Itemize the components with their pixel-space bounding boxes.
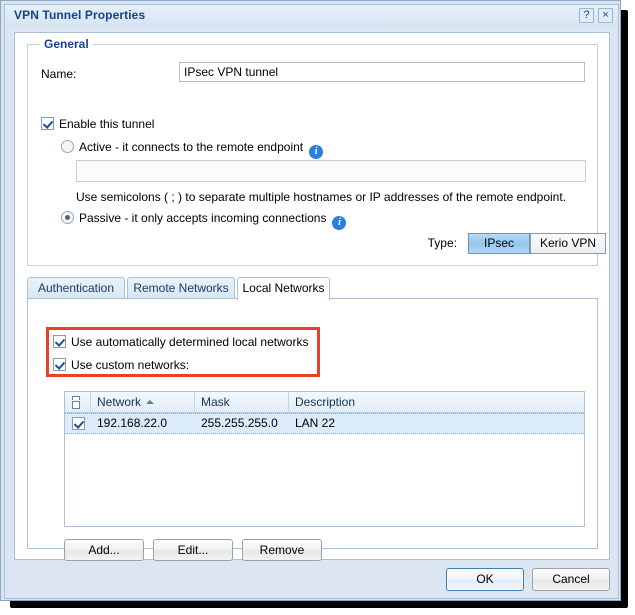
help-button[interactable]: ?: [579, 8, 594, 23]
endpoint-hint: Use semicolons ( ; ) to separate multipl…: [76, 190, 567, 204]
type-option-ipsec[interactable]: IPsec: [468, 233, 530, 254]
add-button[interactable]: Add...: [64, 539, 144, 561]
cell-mask: 255.255.255.0: [201, 416, 278, 430]
passive-mode-radio-row[interactable]: Passive - it only accepts incoming conne…: [61, 211, 347, 230]
column-header-mask[interactable]: Mask: [195, 392, 289, 412]
screenshot-root: VPN Tunnel Properties ? × General Name: …: [0, 0, 635, 615]
edit-button[interactable]: Edit...: [153, 539, 233, 561]
active-info-icon[interactable]: i: [309, 145, 324, 159]
enable-tunnel-checkbox-row[interactable]: Enable this tunnel: [41, 117, 154, 131]
header-select-checkbox-icon[interactable]: [71, 395, 82, 409]
active-mode-radio-row[interactable]: Active - it connects to the remote endpo…: [61, 140, 324, 159]
use-auto-local-networks-label: Use automatically determined local netwo…: [71, 335, 309, 349]
enable-tunnel-checkbox[interactable]: [41, 117, 54, 130]
use-auto-local-networks-row[interactable]: Use automatically determined local netwo…: [53, 335, 308, 349]
type-label: Type:: [427, 236, 457, 250]
networks-table-header: Network Mask Description: [65, 392, 584, 413]
name-input[interactable]: [179, 62, 585, 82]
remote-endpoint-input[interactable]: [76, 160, 586, 182]
titlebar: VPN Tunnel Properties ? ×: [5, 5, 618, 27]
tab-local-networks[interactable]: Local Networks: [237, 277, 330, 300]
row-checkbox[interactable]: [72, 417, 85, 430]
vpn-tunnel-properties-dialog: VPN Tunnel Properties ? × General Name: …: [0, 0, 621, 601]
enable-tunnel-label: Enable this tunnel: [59, 117, 155, 131]
active-mode-label: Active - it connects to the remote endpo…: [79, 140, 304, 154]
general-legend: General: [40, 37, 93, 51]
passive-mode-radio[interactable]: [61, 211, 74, 224]
name-label: Name:: [41, 67, 77, 81]
tabstrip: Authentication Remote Networks Local Net…: [27, 277, 598, 300]
dialog-inner-frame: VPN Tunnel Properties ? × General Name: …: [4, 4, 619, 599]
tab-authentication[interactable]: Authentication: [27, 277, 125, 299]
remove-button[interactable]: Remove: [242, 539, 322, 561]
dialog-body: General Name: Enable this tunnel Active …: [14, 32, 610, 561]
close-icon[interactable]: ×: [598, 8, 613, 23]
use-custom-networks-checkbox[interactable]: [53, 358, 66, 371]
active-mode-radio[interactable]: [61, 140, 74, 153]
passive-info-icon[interactable]: i: [332, 216, 347, 230]
column-header-network-label: Network: [97, 395, 142, 409]
select-all-header-cell[interactable]: [65, 392, 91, 412]
window-title: VPN Tunnel Properties: [14, 8, 146, 22]
column-header-network[interactable]: Network: [91, 392, 195, 412]
table-row[interactable]: 192.168.22.0 255.255.255.0 LAN 22: [65, 413, 584, 434]
sort-ascending-icon: [146, 400, 155, 404]
passive-mode-label: Passive - it only accepts incoming conne…: [79, 211, 327, 225]
use-auto-local-networks-checkbox[interactable]: [53, 335, 66, 348]
ok-button[interactable]: OK: [446, 568, 524, 591]
networks-table: Network Mask Description 192.168.22.0 25…: [64, 391, 585, 527]
local-networks-panel: Use automatically determined local netwo…: [27, 298, 598, 561]
use-custom-networks-label: Use custom networks:: [71, 358, 190, 372]
cell-description: LAN 22: [295, 416, 336, 430]
cell-network: 192.168.22.0: [97, 416, 168, 430]
tab-remote-networks[interactable]: Remote Networks: [127, 277, 235, 299]
use-custom-networks-row[interactable]: Use custom networks:: [53, 358, 189, 372]
type-option-kerio-vpn[interactable]: Kerio VPN: [530, 233, 606, 254]
column-header-description[interactable]: Description: [289, 392, 584, 412]
cancel-button[interactable]: Cancel: [532, 568, 610, 591]
